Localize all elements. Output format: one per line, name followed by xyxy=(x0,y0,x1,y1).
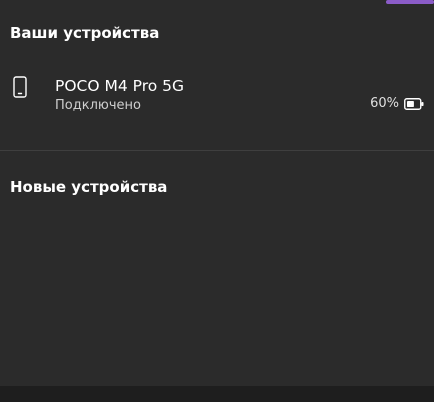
your-devices-heading: Ваши устройства xyxy=(10,24,160,42)
device-row-poco[interactable]: POCO M4 Pro 5G Подключено 60% xyxy=(0,64,434,126)
bluetooth-devices-panel: Ваши устройства POCO M4 Pro 5G Подключен… xyxy=(0,0,434,386)
battery-indicator: 60% xyxy=(370,95,424,113)
phone-icon xyxy=(13,76,27,98)
section-divider xyxy=(0,150,434,151)
device-status: Подключено xyxy=(55,98,141,113)
accent-indicator xyxy=(386,0,434,4)
battery-fill xyxy=(407,101,414,107)
new-devices-heading: Новые устройства xyxy=(10,178,168,196)
device-name: POCO M4 Pro 5G xyxy=(55,77,185,95)
battery-percent: 60% xyxy=(370,96,399,111)
bottom-edge xyxy=(0,386,434,402)
battery-icon xyxy=(404,98,424,110)
